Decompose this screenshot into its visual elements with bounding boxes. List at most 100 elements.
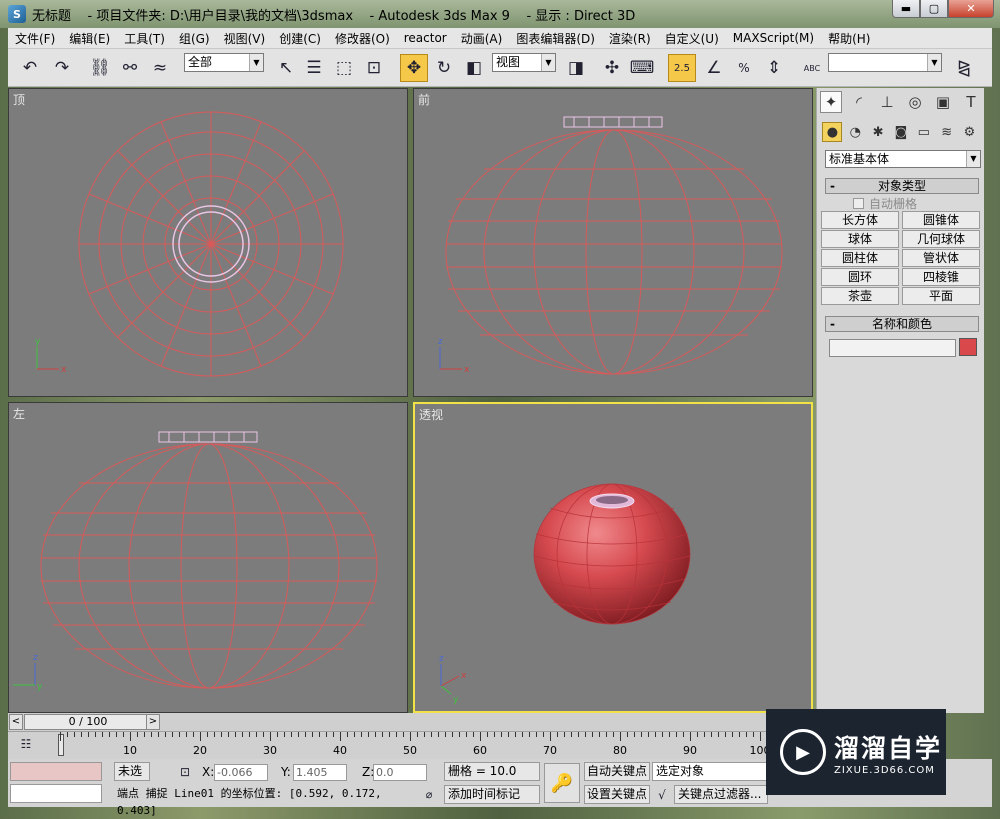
edit-named-selection-icon[interactable]: ABC (798, 54, 826, 82)
helpers-icon[interactable]: ▭ (914, 122, 934, 142)
menu-customize[interactable]: 自定义(U) (658, 30, 726, 47)
selection-filter-value: 全部 (188, 55, 213, 69)
unlink-selection-icon[interactable]: ⚯ (116, 54, 144, 82)
add-time-tag-icon[interactable]: ⌀ (420, 785, 438, 804)
track-bar[interactable]: ☷ 10 20 30 40 50 60 70 80 90 100 (8, 731, 771, 759)
select-and-move-icon[interactable]: ✥ (400, 54, 428, 82)
object-color-swatch[interactable] (959, 338, 977, 356)
y-coord-input[interactable]: 1.405 (293, 764, 347, 781)
sphere-button[interactable]: 球体 (821, 230, 899, 248)
name-and-color-rollout[interactable]: - 名称和颜色 (825, 316, 979, 332)
menu-modifiers[interactable]: 修改器(O) (328, 30, 397, 47)
close-button[interactable]: ✕ (948, 0, 994, 18)
lights-icon[interactable]: ✱ (868, 122, 888, 142)
window-crossing-icon[interactable]: ⊡ (360, 54, 388, 82)
set-key-button[interactable]: 设置关键点 (584, 785, 650, 804)
cylinder-button[interactable]: 圆柱体 (821, 249, 899, 267)
menu-tools[interactable]: 工具(T) (117, 30, 172, 47)
mirror-icon[interactable]: ⧎ (950, 54, 978, 82)
percent-snap-icon[interactable]: % (730, 54, 758, 82)
menu-edit[interactable]: 编辑(E) (62, 30, 117, 47)
motion-tab-icon[interactable]: ◎ (904, 91, 926, 113)
autogrid-checkbox[interactable]: 自动栅格 (853, 195, 917, 212)
timeline-tick (438, 732, 439, 737)
plane-button[interactable]: 平面 (902, 287, 980, 305)
create-tab-icon[interactable]: ✦ (820, 91, 842, 113)
space-warps-icon[interactable]: ≋ (937, 122, 957, 142)
menu-group[interactable]: 组(G) (172, 30, 217, 47)
add-time-tag-button[interactable]: 添加时间标记 (444, 785, 540, 804)
z-coord-input[interactable]: 0.0 (373, 764, 427, 781)
maxscript-input-mini[interactable] (10, 784, 102, 803)
select-and-link-icon[interactable]: ⛓ (86, 54, 114, 82)
status-prompt: 端点 捕捉 Line01 的坐标位置: [0.592, 0.172, 0.403… (114, 785, 418, 817)
key-curve-icon[interactable]: √ (652, 785, 672, 804)
menu-graph-editors[interactable]: 图表编辑器(D) (509, 30, 602, 47)
hierarchy-tab-icon[interactable]: ⊥ (876, 91, 898, 113)
lock-selection-icon[interactable]: ⊡ (176, 762, 194, 781)
pivot-center-icon[interactable]: ◨ (562, 54, 590, 82)
key-mode-dropdown[interactable]: 选定对象 (652, 762, 768, 781)
geosphere-button[interactable]: 几何球体 (902, 230, 980, 248)
menu-reactor[interactable]: reactor (397, 31, 454, 45)
viewport-perspective[interactable]: 透视 z x y (413, 402, 813, 713)
key-filters-button[interactable]: 关键点过滤器... (674, 785, 768, 804)
angle-snap-icon[interactable]: ∠ (700, 54, 728, 82)
snaps-toggle-icon[interactable]: 2.5 (668, 54, 696, 82)
menu-rendering[interactable]: 渲染(R) (602, 30, 658, 47)
time-slider-handle[interactable]: 0 / 100 (24, 714, 152, 730)
timeline-tick (501, 732, 502, 737)
menu-views[interactable]: 视图(V) (217, 30, 273, 47)
spinner-snap-icon[interactable]: ⇕ (760, 54, 788, 82)
viewport-top[interactable]: 顶 y x (8, 88, 408, 397)
menu-help[interactable]: 帮助(H) (821, 30, 877, 47)
menu-file[interactable]: 文件(F) (8, 30, 62, 47)
time-next-button[interactable]: > (146, 714, 160, 730)
auto-key-button[interactable]: 自动关键点 (584, 762, 650, 781)
pyramid-button[interactable]: 四棱锥 (902, 268, 980, 286)
curve-editor-icon[interactable]: ☷ (14, 734, 38, 754)
object-name-field[interactable] (829, 339, 956, 357)
minimize-button[interactable]: ▬ (892, 0, 920, 18)
bind-space-warp-icon[interactable]: ≈ (146, 54, 174, 82)
viewport-front[interactable]: 前 z x (413, 88, 813, 397)
key-icon[interactable]: 🔑 (544, 763, 580, 803)
timeline-cursor[interactable] (58, 734, 64, 756)
menu-animation[interactable]: 动画(A) (454, 30, 510, 47)
keyboard-shortcut-override-icon[interactable]: ⌨ (628, 54, 656, 82)
display-tab-icon[interactable]: ▣ (932, 91, 954, 113)
menu-create[interactable]: 创建(C) (272, 30, 328, 47)
geometry-icon[interactable]: ● (822, 122, 843, 142)
timeline-tick (466, 732, 467, 737)
select-and-rotate-icon[interactable]: ↻ (430, 54, 458, 82)
cameras-icon[interactable]: ◙ (891, 122, 911, 142)
box-button[interactable]: 长方体 (821, 211, 899, 229)
utilities-tab-icon[interactable]: T (960, 91, 982, 113)
x-coord-input[interactable]: -0.066 (214, 764, 268, 781)
viewport-left[interactable]: 左 z y (8, 402, 408, 713)
object-type-rollout[interactable]: - 对象类型 (825, 178, 979, 194)
select-object-icon[interactable]: ↖ (272, 54, 300, 82)
selection-filter-dropdown[interactable]: 全部 ▼ (184, 53, 264, 72)
cone-button[interactable]: 圆锥体 (902, 211, 980, 229)
reference-coordinate-dropdown[interactable]: 视图 ▼ (492, 53, 556, 72)
modify-tab-icon[interactable]: ◜ (848, 91, 870, 113)
maximize-button[interactable]: ▢ (920, 0, 948, 18)
time-prev-button[interactable]: < (9, 714, 23, 730)
shapes-icon[interactable]: ◔ (845, 122, 865, 142)
select-and-scale-icon[interactable]: ◧ (460, 54, 488, 82)
rectangular-selection-icon[interactable]: ⬚ (330, 54, 358, 82)
torus-button[interactable]: 圆环 (821, 268, 899, 286)
redo-icon[interactable]: ↷ (48, 54, 76, 82)
named-selection-sets-dropdown[interactable]: ▼ (828, 53, 942, 72)
select-manipulate-icon[interactable]: ✣ (598, 54, 626, 82)
category-dropdown[interactable]: 标准基本体 ▼ (825, 150, 981, 168)
systems-icon[interactable]: ⚙ (959, 122, 979, 142)
maxscript-listener-mini[interactable] (10, 762, 102, 781)
undo-icon[interactable]: ↶ (16, 54, 44, 82)
teapot-button[interactable]: 茶壶 (821, 287, 899, 305)
3ds-max-app-icon[interactable]: S (8, 5, 26, 23)
tube-button[interactable]: 管状体 (902, 249, 980, 267)
select-by-name-icon[interactable]: ☰ (300, 54, 328, 82)
menu-maxscript[interactable]: MAXScript(M) (726, 31, 821, 45)
